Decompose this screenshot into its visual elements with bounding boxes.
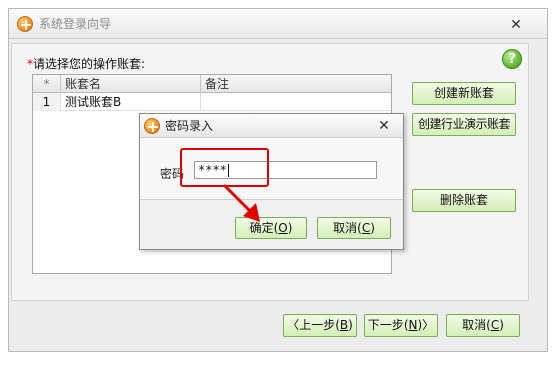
password-dialog: 密码录入 ✕ 密码 **** 确定(O) 取消(C) bbox=[139, 113, 404, 250]
dialog-title: 密码录入 bbox=[165, 119, 214, 133]
header-note[interactable]: 备注 bbox=[201, 75, 391, 93]
prev-step-button[interactable]: 〈上一步(B) bbox=[283, 314, 357, 337]
create-demo-account-button[interactable]: 创建行业演示账套 bbox=[412, 113, 516, 136]
account-select-prompt: *请选择您的操作账套: bbox=[27, 55, 145, 72]
row-note[interactable] bbox=[201, 93, 391, 111]
dialog-logo-icon bbox=[144, 118, 160, 134]
chevron-left-icon: 〈 bbox=[287, 318, 300, 332]
title-bar[interactable]: 系统登录向导 ✕ bbox=[9, 9, 547, 39]
next-step-shortcut: (N) bbox=[403, 318, 423, 332]
delete-account-button[interactable]: 删除账套 bbox=[412, 189, 516, 212]
help-icon[interactable]: ? bbox=[502, 49, 522, 69]
next-step-label: 下一步 bbox=[367, 318, 404, 332]
grid-header: * 账套名 备注 bbox=[33, 75, 391, 93]
app-logo-icon bbox=[17, 16, 33, 32]
row-index: 1 bbox=[33, 93, 61, 111]
dialog-cancel-label: 取消 bbox=[333, 221, 358, 235]
row-account-name[interactable]: 测试账套B bbox=[61, 93, 201, 111]
prev-step-label: 上一步 bbox=[299, 318, 336, 332]
next-step-button[interactable]: 下一步(N)〉 bbox=[364, 314, 438, 337]
cancel-wizard-button[interactable]: 取消(C) bbox=[446, 314, 520, 337]
header-row-selector[interactable]: * bbox=[33, 75, 61, 93]
dialog-cancel-shortcut: (C) bbox=[357, 221, 375, 235]
prompt-text: 请选择您的操作账套: bbox=[33, 57, 146, 71]
dialog-title-bar[interactable]: 密码录入 ✕ bbox=[140, 114, 403, 138]
annotation-arrow-icon bbox=[223, 184, 260, 222]
cancel-wizard-label: 取消 bbox=[462, 318, 487, 332]
prev-step-shortcut: (B) bbox=[335, 318, 353, 332]
table-row[interactable]: 1 测试账套B bbox=[33, 93, 391, 111]
create-account-button[interactable]: 创建新账套 bbox=[412, 82, 516, 105]
dialog-close-button[interactable]: ✕ bbox=[376, 118, 392, 134]
header-account-name[interactable]: 账套名 bbox=[61, 75, 201, 93]
cancel-wizard-shortcut: (C) bbox=[486, 318, 504, 332]
dialog-cancel-button[interactable]: 取消(C) bbox=[317, 217, 391, 239]
chevron-right-icon: 〉 bbox=[422, 318, 435, 332]
window-close-button[interactable]: ✕ bbox=[508, 17, 524, 33]
window-title: 系统登录向导 bbox=[39, 17, 112, 31]
confirm-shortcut: (O) bbox=[273, 221, 293, 235]
